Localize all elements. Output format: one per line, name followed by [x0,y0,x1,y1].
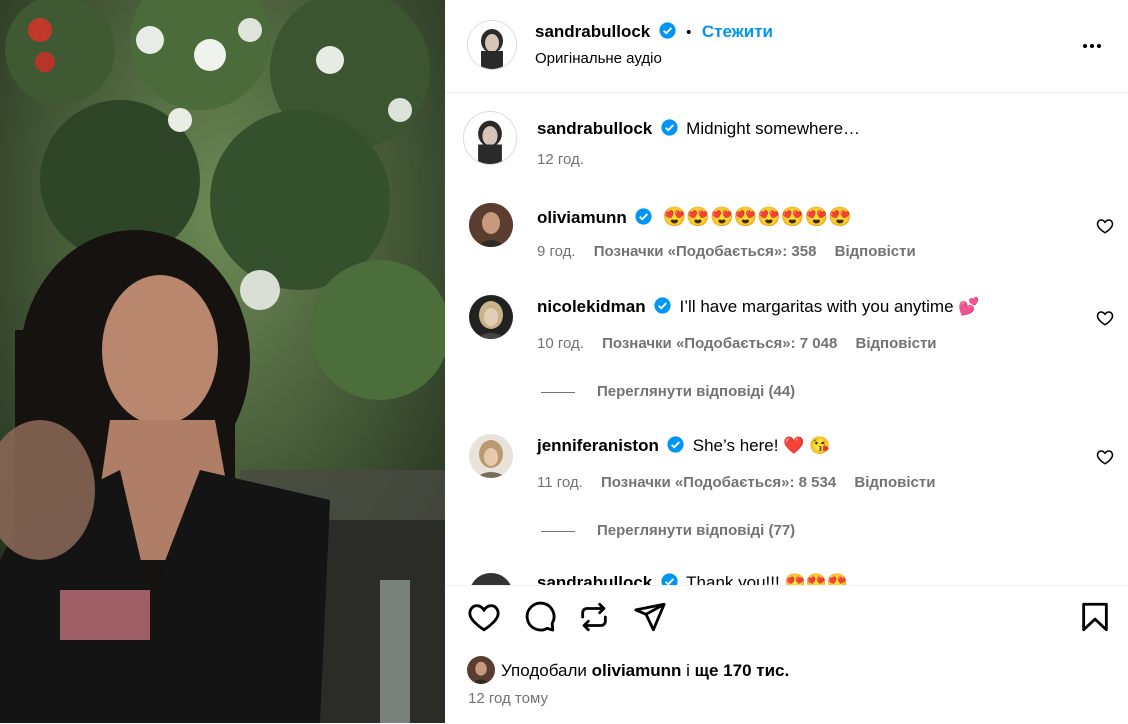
comment-likes[interactable]: Позначки «Подобається»: 7 048 [602,335,837,352]
caption-line: sandrabullock Midnight somewhere… [537,119,860,139]
post-timestamp[interactable]: 12 год тому [468,690,548,707]
comment-avatar[interactable] [469,203,513,247]
comments-list[interactable]: sandrabullock Midnight somewhere… 12 год… [445,93,1128,585]
bookmark-icon[interactable] [1078,600,1112,634]
heart-icon[interactable] [467,600,501,634]
post-photo [0,0,445,723]
comment-avatar[interactable] [469,434,513,478]
liked-joiner: і [686,661,690,680]
comment-username[interactable]: sandrabullock [537,573,652,585]
verified-icon [661,119,678,136]
comment-like-heart-icon[interactable] [1096,217,1114,235]
comment-meta: 11 год. Позначки «Подобається»: 8 534 Ві… [537,474,935,491]
comment-like-heart-icon[interactable] [1096,309,1114,327]
reply-button[interactable]: Відповісти [835,243,916,260]
audio-label[interactable]: Оригінальне аудіо [535,50,662,67]
comment-avatar-image [469,203,513,247]
verified-icon [635,208,652,225]
comment-text: 😍😍😍😍😍😍😍😍 [662,207,852,228]
author-avatar[interactable] [467,20,517,70]
bullet-separator: • [686,24,692,41]
comment-line: sandrabullock Thank you!!! 😍😍😍 [537,573,848,585]
comment-text: I’ll have margaritas with you anytime 💕 [679,297,980,316]
repost-icon[interactable] [577,600,611,634]
liked-by-line: Уподобали oliviamunn і ще 170 тис. [501,661,789,681]
comment-icon[interactable] [523,600,557,634]
caption-avatar[interactable] [463,111,517,165]
post-footer: Уподобали oliviamunn і ще 170 тис. 12 го… [445,585,1128,724]
comment-time: 9 год. [537,243,576,260]
verified-icon [667,436,684,453]
liked-by-avatar[interactable] [467,656,495,684]
comment-username[interactable]: jenniferaniston [537,436,659,455]
comment-time: 11 год. [537,474,583,491]
replies-divider [541,391,575,393]
comment-likes[interactable]: Позначки «Подобається»: 358 [594,243,817,260]
comment-likes[interactable]: Позначки «Подобається»: 8 534 [601,474,836,491]
comment-meta: 9 год. Позначки «Подобається»: 358 Відпо… [537,243,916,260]
replies-divider [541,530,575,532]
comment-avatar-image [469,434,513,478]
comment-time: 10 год. [537,335,584,352]
comment-line: nicolekidman I’ll have margaritas with y… [537,297,979,317]
comment-avatar[interactable] [469,295,513,339]
liked-by-avatar-image [467,656,495,684]
author-avatar-image [468,21,516,69]
reply-button[interactable]: Відповісти [855,335,936,352]
comment-avatar-image [469,295,513,339]
liked-prefix: Уподобали [501,661,587,680]
comment-username[interactable]: nicolekidman [537,297,646,316]
view-replies-button[interactable]: Переглянути відповіді (44) [541,383,795,400]
caption-text: Midnight somewhere… [686,119,861,138]
caption-username[interactable]: sandrabullock [537,119,652,138]
author-username[interactable]: sandrabullock [535,22,650,41]
more-icon[interactable] [1080,34,1104,58]
comment-text: Thank you!!! 😍😍😍 [686,573,848,585]
post-panel: sandrabullock • Стежити Оригінальне ауді… [445,0,1128,724]
verified-icon [661,573,678,585]
reply-button[interactable]: Відповісти [854,474,935,491]
liked-user[interactable]: oliviamunn [592,661,682,680]
verified-icon [659,22,676,39]
view-replies-button[interactable]: Переглянути відповіді (77) [541,522,795,539]
comment-line: jenniferaniston She’s here! ❤️ 😘 [537,436,830,456]
comment-line: oliviamunn 😍😍😍😍😍😍😍😍 [537,205,852,229]
comment-text: She’s here! ❤️ 😘 [692,436,831,455]
follow-button[interactable]: Стежити [702,22,773,41]
comment-meta: 10 год. Позначки «Подобається»: 7 048 Ві… [537,335,937,352]
share-icon[interactable] [633,600,667,634]
caption-avatar-image [464,112,516,164]
header-top-line: sandrabullock • Стежити [535,22,773,42]
post-media[interactable] [0,0,445,723]
post-header: sandrabullock • Стежити Оригінальне ауді… [445,0,1128,93]
verified-icon [654,297,671,314]
caption-time: 12 год. [537,151,584,168]
liked-count[interactable]: ще 170 тис. [695,661,790,680]
comment-avatar[interactable] [469,573,513,585]
view-replies-label: Переглянути відповіді (44) [597,383,796,400]
comment-like-heart-icon[interactable] [1096,448,1114,466]
view-replies-label: Переглянути відповіді (77) [597,522,796,539]
comment-username[interactable]: oliviamunn [537,208,627,227]
